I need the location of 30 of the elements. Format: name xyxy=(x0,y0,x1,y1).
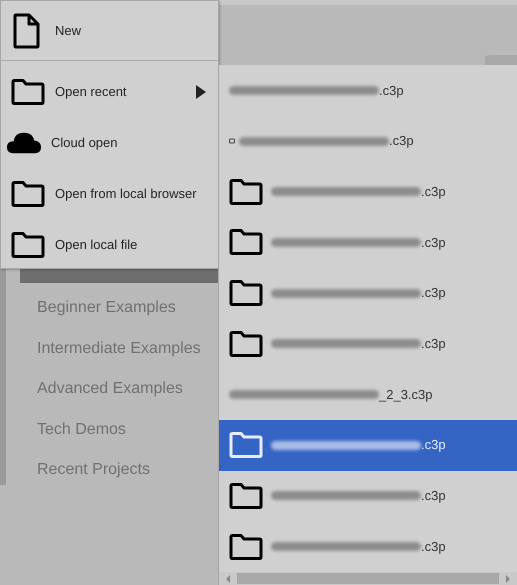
folder-icon xyxy=(229,330,263,357)
menu-item[interactable]: Cloud open xyxy=(1,117,218,168)
folder-icon xyxy=(229,178,263,205)
recent-file-item[interactable]: .c3p xyxy=(219,268,517,318)
folder-icon xyxy=(229,432,263,458)
recent-file-item[interactable]: .c3p xyxy=(219,470,517,522)
menu-item[interactable]: New xyxy=(1,1,218,61)
recent-file-item[interactable]: .c3p xyxy=(219,420,517,470)
menu-item[interactable]: Open recent xyxy=(1,66,218,117)
menu-item[interactable]: Open from local browser xyxy=(1,168,218,219)
recent-file-item[interactable]: .c3p xyxy=(219,65,517,116)
recent-file-item[interactable]: .c3p xyxy=(219,217,517,268)
recent-file-item[interactable]: .c3p xyxy=(219,166,517,218)
scroll-left-icon[interactable] xyxy=(224,574,232,582)
caret-icon xyxy=(196,84,206,98)
scroll-right-icon[interactable] xyxy=(504,574,512,582)
menu-item[interactable]: Open local file xyxy=(1,219,218,270)
recent-file-item[interactable]: .c3p xyxy=(219,116,517,166)
recent-file-item[interactable]: _2_3.c3p xyxy=(219,369,517,420)
folder-icon xyxy=(229,229,263,256)
folder-icon xyxy=(229,280,263,306)
recent-file-item[interactable]: .c3p xyxy=(219,318,517,370)
folder-icon xyxy=(11,78,45,104)
folder-icon xyxy=(229,138,235,144)
folder-icon xyxy=(11,180,45,206)
folder-icon xyxy=(229,534,263,560)
folder-icon xyxy=(229,482,263,509)
folder-icon xyxy=(11,232,45,258)
recent-file-item[interactable]: .c3p xyxy=(219,521,517,572)
scrollbar-thumb[interactable] xyxy=(237,573,499,584)
